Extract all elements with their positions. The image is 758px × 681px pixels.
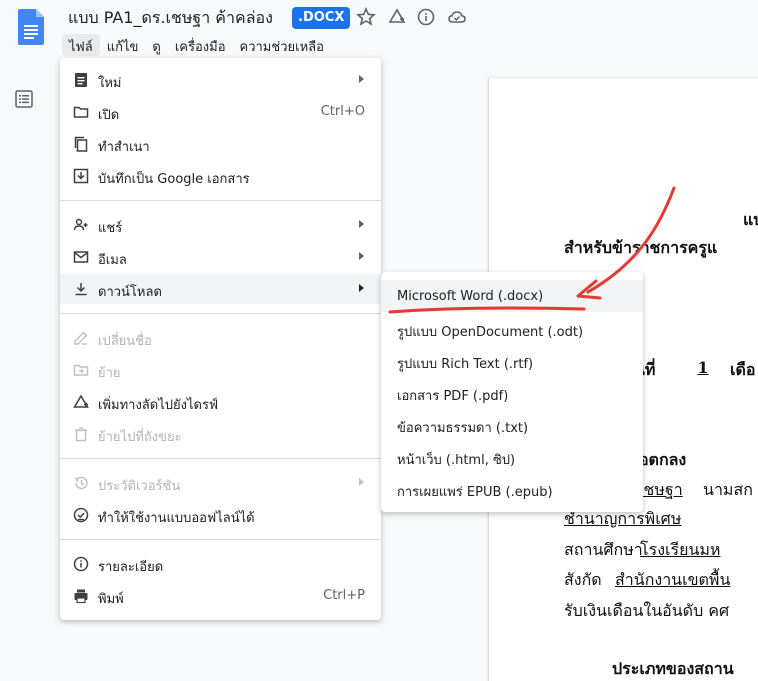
menu-item-make-available-offline[interactable]: ทำให้ใช้งานแบบออฟไลน์ได้ xyxy=(60,500,381,530)
rename-icon xyxy=(74,331,88,345)
file-menu: ใหม่ เปิด Ctrl+O ทำสำเนา บันทึกเป็น Goog… xyxy=(60,58,381,620)
submenu-arrow-icon xyxy=(359,75,364,83)
menu-item-details[interactable]: รายละเอียด xyxy=(60,549,381,579)
info-icon[interactable] xyxy=(416,7,436,27)
menu-item-print[interactable]: พิมพ์ Ctrl+P xyxy=(60,581,381,611)
menu-item-open[interactable]: เปิด Ctrl+O xyxy=(60,97,381,127)
email-icon xyxy=(73,251,89,263)
doc-text: เดือ xyxy=(730,360,756,379)
download-html[interactable]: หน้าเว็บ (.html, ซิป) xyxy=(381,440,643,472)
submenu-item-label: การเผยแพร่ EPUB (.epub) xyxy=(397,485,553,500)
docs-logo-icon[interactable] xyxy=(18,9,44,45)
doc-text: สำนักงานเขตพื้น xyxy=(615,570,731,589)
download-epub[interactable]: การเผยแพร่ EPUB (.epub) xyxy=(381,472,643,504)
menu-item-rename[interactable]: เปลี่ยนชื่อ xyxy=(60,323,381,353)
submenu-arrow-icon xyxy=(359,478,364,486)
star-icon[interactable] xyxy=(356,7,376,27)
doc-text: แบ xyxy=(743,210,758,229)
menu-divider xyxy=(60,313,381,314)
menu-item-share[interactable]: แชร์ xyxy=(60,210,381,240)
menu-item-move[interactable]: ย้าย xyxy=(60,355,381,385)
download-submenu: Microsoft Word (.docx) รูปแบบ OpenDocume… xyxy=(381,272,643,512)
submenu-item-label: รูปแบบ OpenDocument (.odt) xyxy=(397,325,584,340)
menu-item-label: แชร์ xyxy=(98,221,123,236)
submenu-item-label: เอกสาร PDF (.pdf) xyxy=(397,389,509,404)
submenu-item-label: รูปแบบ Rich Text (.rtf) xyxy=(397,357,534,372)
menu-item-label: ทำให้ใช้งานแบบออฟไลน์ได้ xyxy=(98,511,255,526)
top-bar: แบบ PA1_ดร.เชษฐา ค้าคล่อง .DOCX ไฟล์ แก้… xyxy=(0,0,758,60)
drive-shortcut-icon xyxy=(73,394,89,408)
menu-tools[interactable]: เครื่องมือ xyxy=(168,34,233,56)
menu-item-add-shortcut-to-drive[interactable]: เพิ่มทางลัดไปยังไดรฟ์ xyxy=(60,387,381,417)
doc-text: นามสก xyxy=(703,480,753,499)
submenu-item-label: Microsoft Word (.docx) xyxy=(397,289,544,304)
cloud-saved-icon[interactable] xyxy=(447,7,467,27)
download-icon xyxy=(75,283,87,296)
menu-item-label: อีเมล xyxy=(98,253,127,268)
document-title[interactable]: แบบ PA1_ดร.เชษฐา ค้าคล่อง xyxy=(68,6,273,31)
menu-item-label: รายละเอียด xyxy=(98,560,164,575)
download-odt[interactable]: รูปแบบ OpenDocument (.odt) xyxy=(381,312,643,344)
submenu-arrow-icon xyxy=(359,252,364,260)
menu-item-move-to-trash[interactable]: ย้ายไปที่ถังขยะ xyxy=(60,419,381,449)
move-icon xyxy=(73,364,89,376)
menu-item-download[interactable]: ดาวน์โหลด xyxy=(60,274,381,304)
doc-text: เชษฐา xyxy=(638,480,683,499)
menu-edit[interactable]: แก้ไข xyxy=(100,34,146,56)
download-txt[interactable]: ข้อความธรรมดา (.txt) xyxy=(381,408,643,440)
new-doc-icon xyxy=(75,73,87,87)
folder-icon xyxy=(73,106,89,118)
menu-item-label: ประวัติเวอร์ชัน xyxy=(98,479,181,494)
menu-item-label: ใหม่ xyxy=(98,76,122,91)
menu-divider xyxy=(60,458,381,459)
docx-badge: .DOCX xyxy=(292,7,351,29)
trash-icon xyxy=(75,427,87,442)
menu-item-label: พิมพ์ xyxy=(98,592,124,607)
offline-icon xyxy=(73,507,89,523)
share-icon xyxy=(73,218,88,231)
menu-help[interactable]: ความช่วยเหลือ xyxy=(233,34,331,56)
doc-text: สถานศึกษา xyxy=(564,540,643,559)
doc-text: ประเภทของสถาน xyxy=(612,659,734,678)
submenu-item-label: หน้าเว็บ (.html, ซิป) xyxy=(397,453,516,468)
doc-text: รับเงินเดือนในอันดับ คศ xyxy=(564,601,730,620)
menu-item-label: เพิ่มทางลัดไปยังไดรฟ์ xyxy=(98,398,219,413)
download-rtf[interactable]: รูปแบบ Rich Text (.rtf) xyxy=(381,344,643,376)
menu-item-label: เปลี่ยนชื่อ xyxy=(98,334,152,349)
menu-item-save-as-google-docs[interactable]: บันทึกเป็น Google เอกสาร xyxy=(60,161,381,191)
menu-item-label: เปิด xyxy=(98,108,120,123)
print-icon xyxy=(74,589,88,604)
doc-text: สำหรับข้าราชการครูแ xyxy=(564,238,718,257)
menu-item-version-history[interactable]: ประวัติเวอร์ชัน xyxy=(60,468,381,498)
menu-item-label: บันทึกเป็น Google เอกสาร xyxy=(98,172,250,187)
submenu-item-label: ข้อความธรรมดา (.txt) xyxy=(397,421,529,436)
save-as-icon xyxy=(73,168,89,184)
menu-item-label: ทำสำเนา xyxy=(98,140,150,155)
doc-text: สังกัด xyxy=(564,570,602,589)
menu-bar: ไฟล์ แก้ไข ดู เครื่องมือ ความช่วยเหลือ xyxy=(62,34,331,56)
doc-text: โรงเรียนมห xyxy=(640,540,721,559)
shortcut-label: Ctrl+P xyxy=(323,588,365,603)
move-to-drive-icon[interactable] xyxy=(387,7,407,27)
history-icon xyxy=(74,476,88,490)
menu-divider xyxy=(60,539,381,540)
doc-text: 1 xyxy=(697,358,709,377)
menu-file[interactable]: ไฟล์ xyxy=(62,34,100,56)
menu-divider xyxy=(60,200,381,201)
menu-view[interactable]: ดู xyxy=(145,34,167,56)
menu-item-email[interactable]: อีเมล xyxy=(60,242,381,272)
copy-icon xyxy=(74,136,88,152)
submenu-arrow-icon xyxy=(359,220,364,228)
download-pdf[interactable]: เอกสาร PDF (.pdf) xyxy=(381,376,643,408)
menu-item-label: ย้าย xyxy=(98,366,121,381)
menu-item-label: ดาวน์โหลด xyxy=(98,285,162,300)
menu-item-label: ย้ายไปที่ถังขยะ xyxy=(98,430,182,445)
document-outline-icon[interactable] xyxy=(15,90,33,108)
download-docx[interactable]: Microsoft Word (.docx) xyxy=(381,280,643,312)
info-icon xyxy=(73,556,89,572)
submenu-arrow-icon xyxy=(359,284,364,292)
menu-item-new[interactable]: ใหม่ xyxy=(60,65,381,95)
menu-item-make-copy[interactable]: ทำสำเนา xyxy=(60,129,381,159)
shortcut-label: Ctrl+O xyxy=(320,104,365,119)
